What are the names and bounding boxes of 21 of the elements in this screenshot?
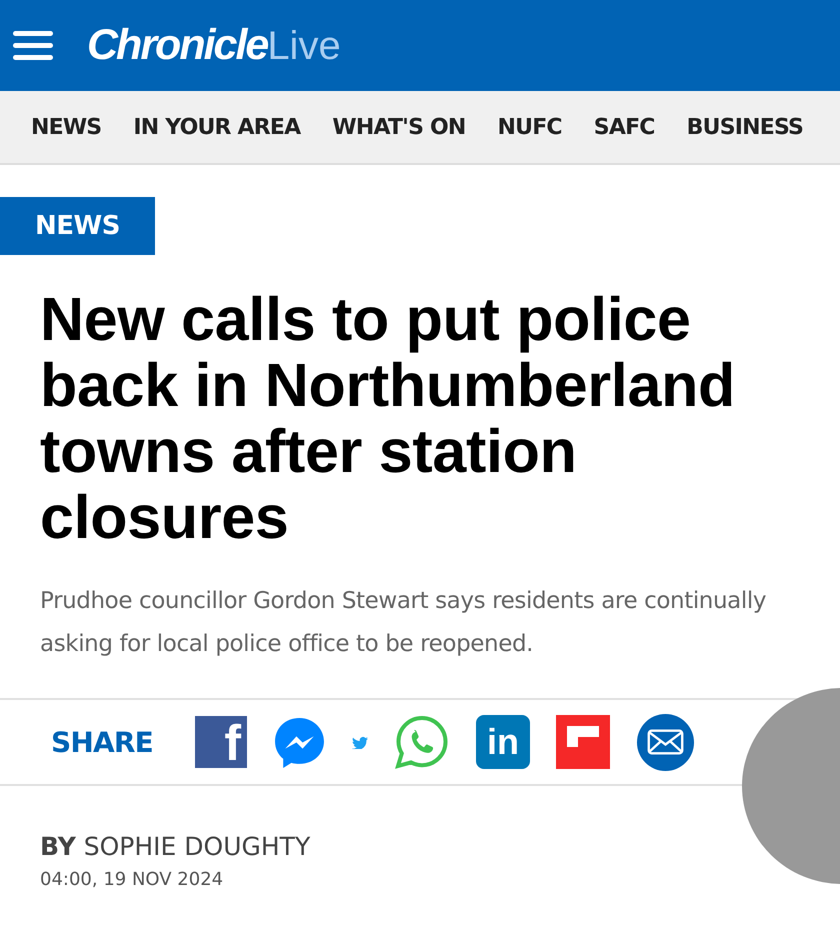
nav-link[interactable]: NUFC bbox=[498, 114, 562, 140]
byline: BY SOPHIE DOUGHTY bbox=[40, 832, 312, 861]
nav-link[interactable]: BUSINESS bbox=[686, 114, 804, 140]
share-label: SHARE bbox=[51, 726, 153, 758]
category-tag[interactable]: NEWS bbox=[0, 197, 155, 255]
headline: New calls to put police back in Northumberland towns after station closures bbox=[40, 286, 736, 550]
standfirst: Prudhoe councillor Gordon Stewart says residents are continually asking for local police office to be reopened. bbox=[40, 587, 768, 659]
phone-bubble-icon[interactable] bbox=[394, 714, 450, 770]
facebook-icon[interactable]: f bbox=[194, 716, 247, 768]
nav-link[interactable]: IN YOUR AREA bbox=[133, 114, 300, 140]
menu-icon[interactable] bbox=[13, 31, 53, 60]
publish-date: 04:00, 19 NOV 2024 bbox=[40, 869, 224, 890]
messenger-icon[interactable] bbox=[272, 716, 326, 768]
nav-link[interactable]: WHAT'S ON bbox=[332, 114, 466, 140]
nav-link[interactable]: NEWS bbox=[31, 114, 102, 140]
linkedin-icon[interactable]: in bbox=[476, 715, 530, 769]
flipboard-icon[interactable] bbox=[556, 715, 610, 769]
bird-icon[interactable] bbox=[352, 735, 368, 749]
envelope-icon[interactable] bbox=[636, 712, 695, 772]
nav-link[interactable]: SAFC bbox=[594, 114, 655, 140]
site-logo[interactable]: ChronicleLive bbox=[87, 21, 341, 70]
